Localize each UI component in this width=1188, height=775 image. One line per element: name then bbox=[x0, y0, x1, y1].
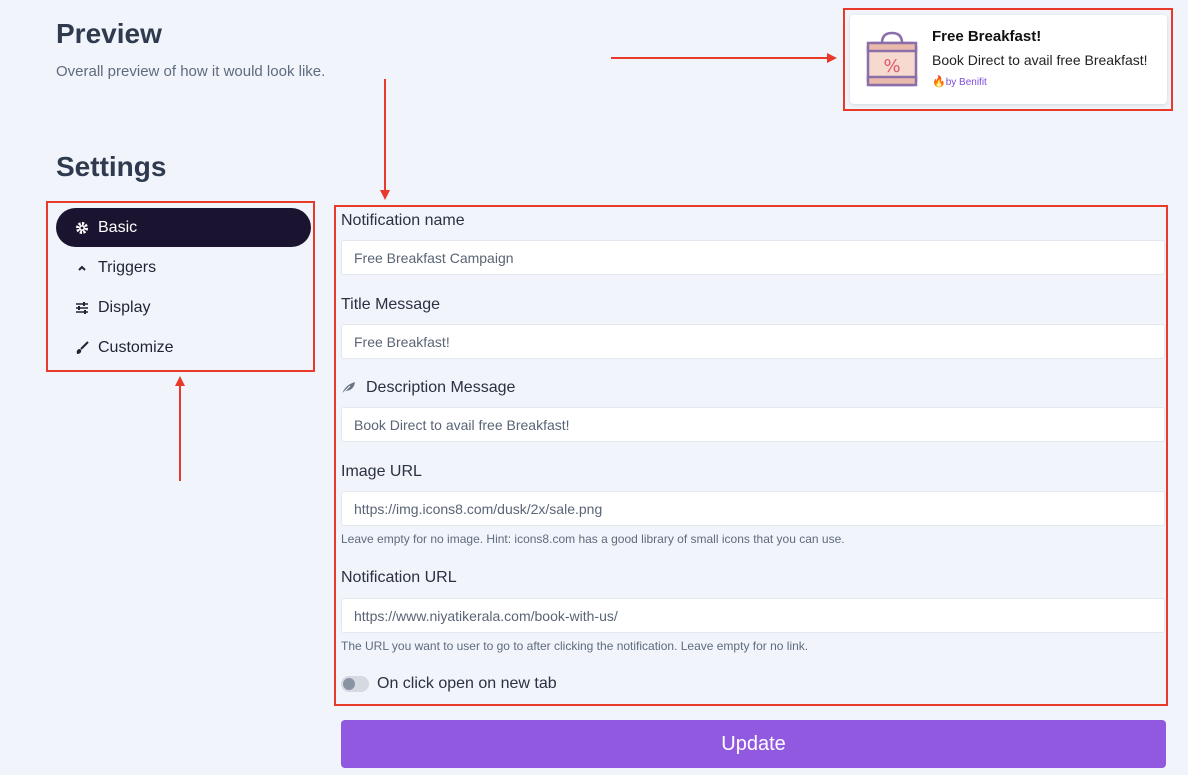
annotation-box-preview bbox=[843, 8, 1173, 111]
preview-subtitle: Overall preview of how it would look lik… bbox=[56, 63, 326, 80]
update-button[interactable]: Update bbox=[341, 720, 1166, 768]
preview-title: Preview bbox=[56, 18, 162, 49]
settings-title: Settings bbox=[56, 151, 167, 182]
annotation-box-form bbox=[334, 205, 1168, 706]
annotation-box-sidebar bbox=[46, 201, 315, 372]
